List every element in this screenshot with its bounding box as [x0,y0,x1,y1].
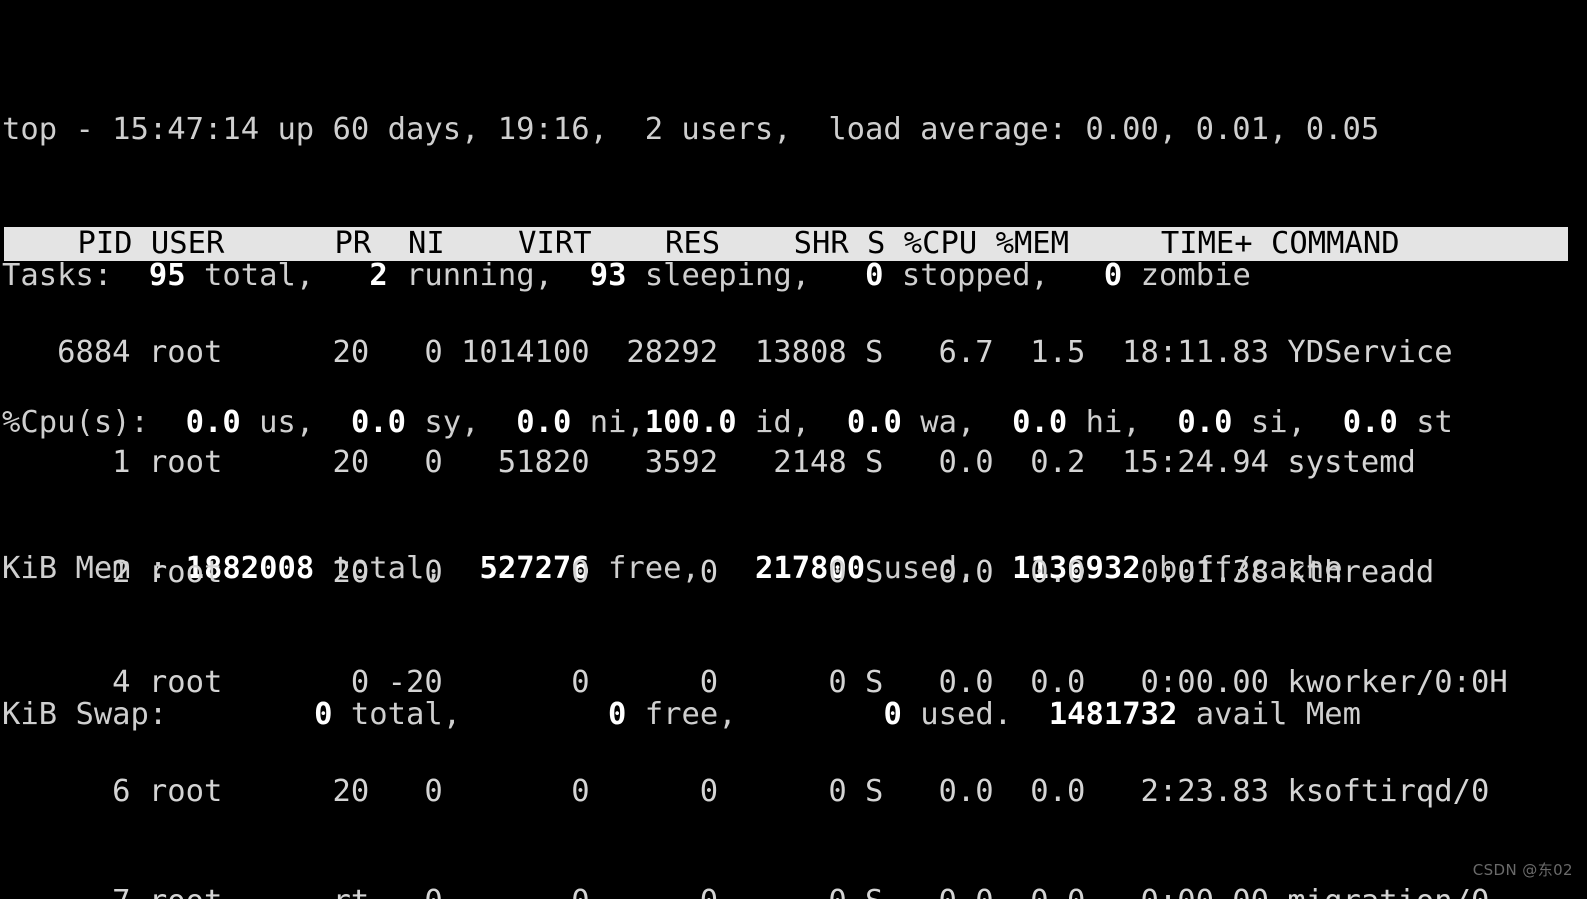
process-list[interactable]: 6884 root 20 0 1014100 28292 13808 S 6.7… [2,262,1587,899]
terminal-window[interactable]: top - 15:47:14 up 60 days, 19:16, 2 user… [0,0,1587,899]
table-row[interactable]: 6 root 20 0 0 0 0 S 0.0 0.0 2:23.83 ksof… [2,774,1587,811]
column-header-text: PID USER PR NI VIRT RES SHR S %CPU %MEM … [4,225,1400,261]
row-text: 2 root 20 0 0 0 0 S 0.0 0.0 0:01.38 kthr… [2,554,1435,590]
table-row[interactable]: 1 root 20 0 51820 3592 2148 S 0.0 0.2 15… [2,445,1587,482]
row-text: 6 root 20 0 0 0 0 S 0.0 0.0 2:23.83 ksof… [2,774,1490,810]
uptime-line-text: top - 15:47:14 up 60 days, 19:16, 2 user… [2,111,1380,147]
row-text: 1 root 20 0 51820 3592 2148 S 0.0 0.2 15… [2,444,1416,480]
table-row[interactable]: 2 root 20 0 0 0 0 S 0.0 0.0 0:01.38 kthr… [2,555,1587,592]
uptime-line: top - 15:47:14 up 60 days, 19:16, 2 user… [2,112,1587,149]
row-text: 4 root 0 -20 0 0 0 S 0.0 0.0 0:00.00 kwo… [2,664,1508,700]
table-row[interactable]: 7 root rt 0 0 0 0 S 0.0 0.0 0:00.00 migr… [2,884,1587,899]
csdn-watermark: CSDN @东02 [1472,861,1573,880]
table-row[interactable]: 4 root 0 -20 0 0 0 S 0.0 0.0 0:00.00 kwo… [2,665,1587,702]
table-column-header[interactable]: PID USER PR NI VIRT RES SHR S %CPU %MEM … [4,225,1568,261]
row-text: 6884 root 20 0 1014100 28292 13808 S 6.7… [2,335,1453,371]
row-text: 7 root rt 0 0 0 0 S 0.0 0.0 0:00.00 migr… [2,884,1489,899]
table-row[interactable]: 6884 root 20 0 1014100 28292 13808 S 6.7… [2,335,1587,372]
